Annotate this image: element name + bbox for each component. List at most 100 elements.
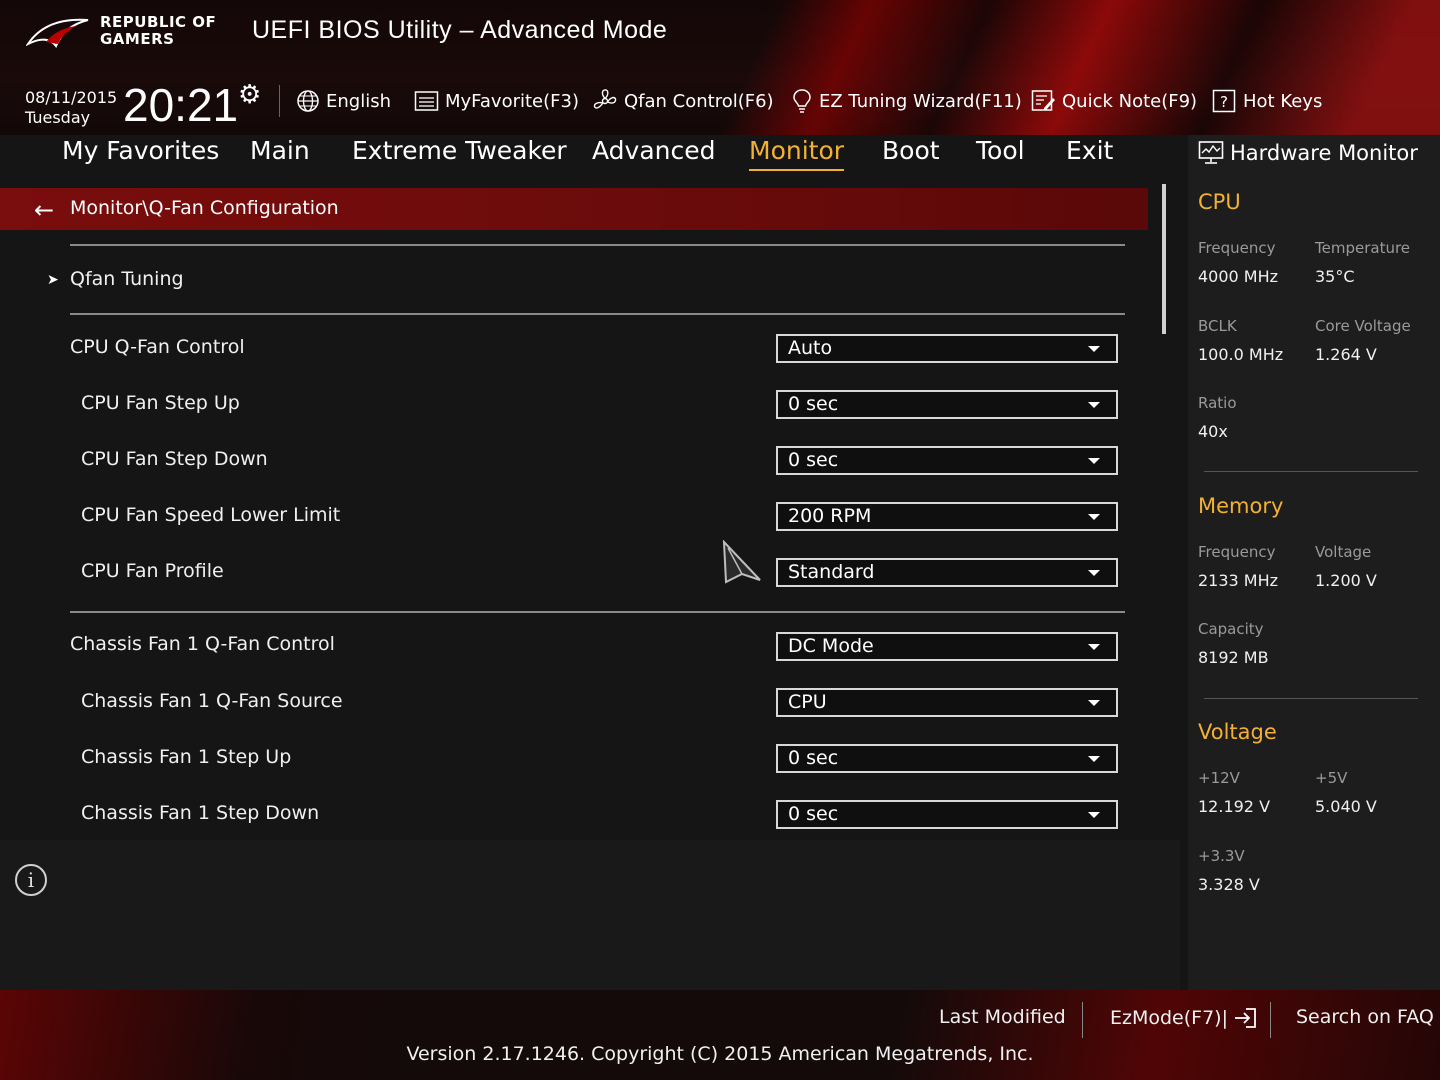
scrollbar[interactable]	[1162, 184, 1166, 334]
v5-label: +5V	[1315, 769, 1348, 787]
date-display: 08/11/2015 Tuesday	[25, 88, 117, 128]
caret-down-icon	[1088, 346, 1100, 352]
qfan-control-label: Qfan Control(F6)	[624, 90, 774, 112]
clock: 20:21	[123, 79, 239, 131]
setting-label: CPU Q-Fan Control	[70, 336, 245, 358]
separator	[70, 611, 1125, 613]
tab-boot[interactable]: Boot	[882, 136, 940, 169]
footer-divider	[1082, 1002, 1083, 1038]
ratio-value: 40x	[1198, 422, 1228, 441]
setting-label: CPU Fan Step Down	[81, 448, 268, 470]
ez-tuning-wizard-label: EZ Tuning Wizard(F11)	[819, 90, 1022, 112]
memory-heading: Memory	[1198, 494, 1284, 518]
setting-label: Chassis Fan 1 Step Down	[81, 802, 320, 824]
cpu-fan-step-up-select[interactable]: 0 sec	[776, 390, 1118, 419]
qfan-control-button[interactable]: Qfan Control(F6)	[592, 88, 774, 114]
qfan-tuning-link[interactable]: Qfan Tuning	[70, 268, 184, 290]
list-icon	[414, 91, 439, 111]
separator	[70, 313, 1125, 315]
setting-label: Chassis Fan 1 Q-Fan Source	[81, 690, 343, 712]
fan-icon	[593, 89, 617, 109]
tab-tool[interactable]: Tool	[976, 136, 1025, 169]
cpu-heading: CPU	[1198, 190, 1241, 214]
setting-label: Chassis Fan 1 Q-Fan Control	[70, 633, 335, 655]
cpu-fan-step-down-select[interactable]: 0 sec	[776, 446, 1118, 475]
logo-line2: GAMERS	[100, 30, 175, 48]
rog-logo: REPUBLIC OF GAMERS	[26, 12, 236, 56]
info-icon: i	[15, 864, 47, 896]
cpu-temperature-value: 35°C	[1315, 267, 1355, 286]
hardware-monitor-title: Hardware Monitor	[1198, 140, 1418, 166]
myfavorite-button[interactable]: MyFavorite(F3)	[414, 88, 579, 114]
svg-text:?: ?	[1220, 93, 1228, 111]
footer	[0, 990, 1440, 1080]
ezmode-label: EzMode(F7)|	[1110, 1007, 1228, 1029]
search-faq-button[interactable]: Search on FAQ	[1296, 1006, 1434, 1028]
core-voltage-label: Core Voltage	[1315, 317, 1411, 335]
language-button[interactable]: English	[296, 88, 391, 114]
submenu-arrow-icon: ➤	[47, 272, 59, 288]
back-arrow-icon[interactable]: ←	[34, 196, 54, 224]
quick-note-label: Quick Note(F9)	[1062, 90, 1198, 112]
select-value: 0 sec	[788, 449, 839, 471]
v33-value: 3.328 V	[1198, 875, 1260, 894]
quick-note-button[interactable]: Quick Note(F9)	[1031, 88, 1197, 114]
breadcrumb: Monitor\Q-Fan Configuration	[70, 197, 339, 219]
cpu-fan-profile-select[interactable]: Standard	[776, 558, 1118, 587]
exit-icon	[1235, 1008, 1256, 1028]
mouse-cursor-icon	[722, 540, 761, 584]
caret-down-icon	[1088, 458, 1100, 464]
chassis-fan1-qfan-source-select[interactable]: CPU	[776, 688, 1118, 717]
breadcrumb-bar: ← Monitor\Q-Fan Configuration	[0, 188, 1148, 230]
separator	[70, 244, 1125, 246]
tab-main[interactable]: Main	[250, 136, 310, 169]
gear-icon[interactable]: ⚙	[238, 80, 261, 110]
chassis-fan1-step-up-select[interactable]: 0 sec	[776, 744, 1118, 773]
tab-advanced[interactable]: Advanced	[592, 136, 716, 169]
myfavorite-label: MyFavorite(F3)	[445, 90, 579, 112]
select-value: DC Mode	[788, 635, 874, 657]
cpu-qfan-control-select[interactable]: Auto	[776, 334, 1118, 363]
rog-eye-icon	[26, 18, 89, 48]
footer-divider	[1270, 1002, 1271, 1038]
hot-keys-label: Hot Keys	[1243, 90, 1323, 112]
v5-value: 5.040 V	[1315, 797, 1377, 816]
setting-label: Chassis Fan 1 Step Up	[81, 746, 292, 768]
memory-voltage-value: 1.200 V	[1315, 571, 1377, 590]
cpu-frequency-label: Frequency	[1198, 239, 1276, 257]
bulb-icon	[793, 89, 811, 113]
setting-label: CPU Fan Speed Lower Limit	[81, 504, 341, 526]
version-info: Version 2.17.1246. Copyright (C) 2015 Am…	[406, 1043, 1034, 1065]
memory-frequency-value: 2133 MHz	[1198, 571, 1279, 590]
capacity-value: 8192 MB	[1198, 648, 1269, 667]
chassis-fan1-qfan-control-select[interactable]: DC Mode	[776, 632, 1118, 661]
last-modified-button[interactable]: Last Modified	[939, 1006, 1066, 1028]
ezmode-button[interactable]: EzMode(F7)|	[1110, 1006, 1258, 1030]
caret-down-icon	[1088, 644, 1100, 650]
date: 08/11/2015	[25, 88, 118, 107]
bclk-label: BCLK	[1198, 317, 1237, 335]
tab-extreme-tweaker[interactable]: Extreme Tweaker	[352, 136, 567, 169]
weekday: Tuesday	[25, 108, 91, 127]
hot-keys-button[interactable]: ? Hot Keys	[1212, 88, 1322, 114]
tab-my-favorites[interactable]: My Favorites	[62, 136, 219, 169]
v33-label: +3.3V	[1198, 847, 1245, 865]
cpu-fan-speed-lower-limit-select[interactable]: 200 RPM	[776, 502, 1118, 531]
ez-tuning-wizard-button[interactable]: EZ Tuning Wizard(F11)	[791, 88, 1022, 114]
cpu-temperature-label: Temperature	[1315, 239, 1411, 257]
hw-separator	[1204, 471, 1418, 472]
tab-exit[interactable]: Exit	[1066, 136, 1113, 169]
caret-down-icon	[1088, 402, 1100, 408]
select-value: Auto	[788, 337, 833, 359]
select-value: CPU	[788, 691, 827, 713]
setting-label: CPU Fan Profile	[81, 560, 224, 582]
chassis-fan1-step-down-select[interactable]: 0 sec	[776, 800, 1118, 829]
caret-down-icon	[1088, 514, 1100, 520]
tab-monitor[interactable]: Monitor	[749, 136, 845, 171]
select-value: 0 sec	[788, 747, 839, 769]
note-icon	[1031, 90, 1055, 111]
app-title: UEFI BIOS Utility – Advanced Mode	[252, 16, 668, 44]
v12-label: +12V	[1198, 769, 1240, 787]
header-divider	[279, 85, 280, 117]
select-value: Standard	[788, 561, 875, 583]
